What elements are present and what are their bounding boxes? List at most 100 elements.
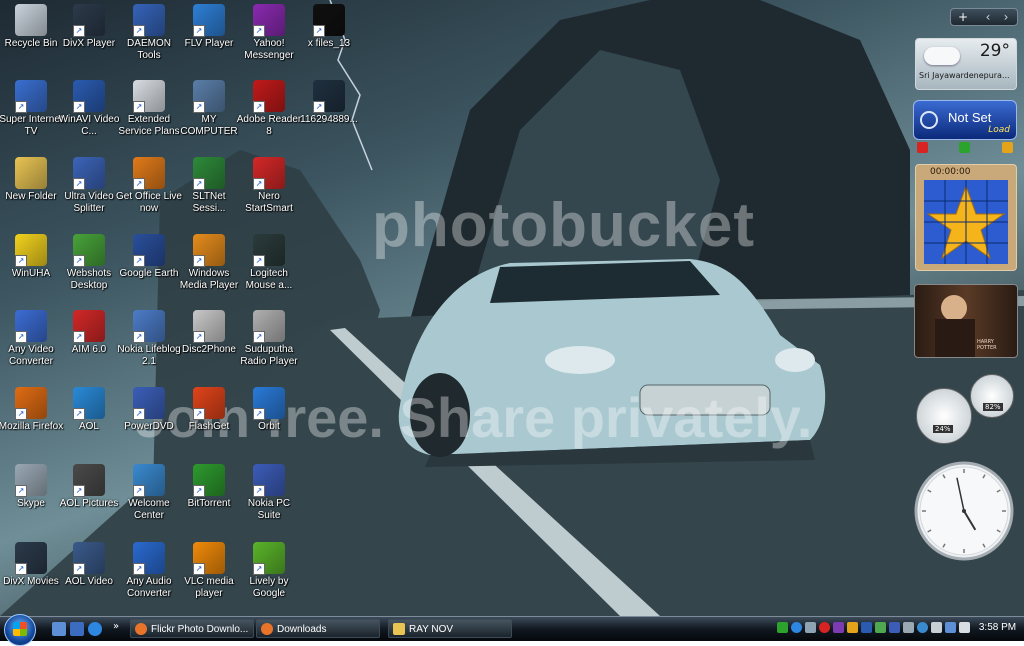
tray-monitor-icon[interactable]	[903, 622, 914, 633]
shortcut-arrow-icon: ↗	[73, 331, 85, 343]
desktop-icon-label: Disc2Phone	[182, 344, 236, 355]
desktop-icon-label: Nero StartSmart	[245, 191, 293, 214]
tray-network-icon[interactable]	[805, 622, 816, 633]
shortcut-arrow-icon: ↗	[73, 408, 85, 420]
shortcut-arrow-icon: ↗	[73, 485, 85, 497]
app-icon: ↗	[15, 387, 47, 420]
start-button[interactable]	[4, 614, 36, 646]
sidebar-add-gadget-button[interactable]: +	[955, 9, 971, 25]
tray-messenger-icon[interactable]	[833, 622, 844, 633]
shortcut-arrow-icon: ↗	[193, 485, 205, 497]
desktop-icon[interactable]: Recycle Bin	[0, 2, 64, 76]
status-gadget[interactable]: Not Set Load	[913, 100, 1017, 140]
desktop-icon[interactable]: ↗ FLV Player	[176, 2, 242, 76]
desktop-icon[interactable]: New Folder	[0, 155, 64, 229]
desktop-icon[interactable]: ↗ Windows Media Player	[176, 232, 242, 306]
tray-phone-icon[interactable]	[889, 622, 900, 633]
desktop-icon[interactable]: ↗ Nero StartSmart	[236, 155, 302, 229]
tray-green-icon[interactable]	[777, 622, 788, 633]
sidebar-prev-button[interactable]: ‹	[981, 9, 995, 25]
app-icon: ↗	[313, 80, 345, 113]
desktop-icon[interactable]: ↗ Welcome Center	[116, 462, 182, 536]
tray-volume-icon[interactable]	[931, 622, 942, 633]
desktop-icon-label: Skype	[17, 498, 45, 509]
desktop-icon[interactable]: ↗ Webshots Desktop	[56, 232, 122, 306]
task-flickr[interactable]: Flickr Photo Downlo...	[130, 619, 254, 638]
desktop-icon[interactable]: ↗ Adobe Reader 8	[236, 78, 302, 152]
desktop-icon[interactable]: ↗ DAEMON Tools	[116, 2, 182, 76]
desktop-icon-label: New Folder	[5, 191, 57, 202]
desktop-icon[interactable]: ↗ Logitech Mouse a...	[236, 232, 302, 306]
desktop-icon[interactable]: ↗ Orbit	[236, 385, 302, 459]
desktop-icon[interactable]: ↗ BitTorrent	[176, 462, 242, 536]
desktop-icon[interactable]: ↗ Get Office Live now	[116, 155, 182, 229]
desktop-icon[interactable]: ↗ DivX Player	[56, 2, 122, 76]
desktop-icon[interactable]: ↗ Ultra Video Splitter	[56, 155, 122, 229]
desktop-icon[interactable]: ↗ Skype	[0, 462, 64, 536]
desktop-icon[interactable]: ↗ Suduputha Radio Player	[236, 308, 302, 382]
desktop-icon[interactable]: ↗ Extended Service Plans	[116, 78, 182, 152]
desktop-icon[interactable]: ↗ AIM 6.0	[56, 308, 122, 382]
tray-update-icon[interactable]	[847, 622, 858, 633]
desktop-icon[interactable]: ↗ Nokia Lifeblog 2.1	[116, 308, 182, 382]
desktop-icon-label: SLTNet Sessi...	[192, 191, 226, 214]
desktop-icon[interactable]: ↗ Yahoo! Messenger	[236, 2, 302, 76]
desktop-icon[interactable]: ↗ Any Audio Converter	[116, 540, 182, 614]
tray-battery-icon[interactable]	[875, 622, 886, 633]
desktop-icon[interactable]: ↗ AOL Video	[56, 540, 122, 614]
switch-windows-icon[interactable]	[70, 622, 84, 636]
task-downloads[interactable]: Downloads	[256, 619, 380, 638]
taskbar-clock[interactable]: 3:58 PM	[975, 617, 1020, 639]
shortcut-arrow-icon: ↗	[253, 101, 265, 113]
shortcut-arrow-icon: ↗	[73, 563, 85, 575]
desktop-icon[interactable]: ↗ Google Earth	[116, 232, 182, 306]
desktop-icon[interactable]: ↗ Mozilla Firefox	[0, 385, 64, 459]
desktop-icon[interactable]: ↗ WinAVI Video C...	[56, 78, 122, 152]
tray-security-icon[interactable]	[819, 622, 830, 633]
desktop-icon[interactable]: ↗ 116294889...	[296, 78, 362, 152]
desktop-icon[interactable]: ↗ AOL Pictures	[56, 462, 122, 536]
desktop-icon[interactable]: ↗ Disc2Phone	[176, 308, 242, 382]
shortcut-arrow-icon: ↗	[73, 255, 85, 267]
tray-network-activity-icon[interactable]	[945, 622, 956, 633]
desktop-icon[interactable]: ↗ VLC media player	[176, 540, 242, 614]
weather-gadget[interactable]: 29° Sri Jayawardenepura...	[915, 38, 1017, 90]
desktop-icon[interactable]: ↗ AOL	[56, 385, 122, 459]
power-button-icon[interactable]	[917, 142, 928, 153]
tray-power-icon[interactable]	[959, 622, 970, 633]
shortcut-arrow-icon: ↗	[313, 25, 325, 37]
app-icon: ↗	[133, 157, 165, 190]
desktop-icon[interactable]: ↗ SLTNet Sessi...	[176, 155, 242, 229]
clock-gadget[interactable]	[914, 461, 1014, 561]
show-desktop-icon[interactable]	[52, 622, 66, 636]
desktop-icon[interactable]: ↗ DivX Movies	[0, 540, 64, 614]
desktop-icon[interactable]: ↗ FlashGet	[176, 385, 242, 459]
taskbar: » Flickr Photo Downlo... Downloads RAY N…	[0, 614, 1024, 646]
weather-temperature: 29°	[979, 41, 1010, 61]
internet-explorer-icon[interactable]	[88, 622, 102, 636]
task-ray-nov[interactable]: RAY NOV	[388, 619, 512, 638]
cpu-dial: 24%	[916, 388, 972, 444]
sidebar-next-button[interactable]: ›	[999, 9, 1013, 25]
tray-bluetooth-icon[interactable]	[861, 622, 872, 633]
desktop-icon[interactable]: ↗ Nokia PC Suite	[236, 462, 302, 536]
slideshow-gadget[interactable]: HARRY POTTER	[914, 284, 1018, 358]
task-label: Flickr Photo Downlo...	[151, 624, 249, 635]
desktop-icon[interactable]: ↗ WinUHA	[0, 232, 64, 306]
refresh-button-icon[interactable]	[959, 142, 970, 153]
desktop-icon[interactable]: ↗ PowerDVD	[116, 385, 182, 459]
shortcut-arrow-icon: ↗	[73, 101, 85, 113]
weather-cloud-icon	[924, 47, 960, 65]
quicklaunch-overflow-chevron-icon[interactable]: »	[113, 621, 119, 632]
settings-button-icon[interactable]	[1002, 142, 1013, 153]
desktop-icon[interactable]: ↗ x files_13	[296, 2, 362, 76]
shortcut-arrow-icon: ↗	[253, 563, 265, 575]
cpu-meter-gadget[interactable]: 24% 82%	[912, 374, 1016, 444]
tray-globe-icon[interactable]	[917, 622, 928, 633]
desktop-icon[interactable]: ↗ Any Video Converter	[0, 308, 64, 382]
desktop-icon[interactable]: ↗ MY COMPUTER	[176, 78, 242, 152]
picture-puzzle-gadget[interactable]: 00:00:00	[915, 164, 1017, 271]
desktop-icon[interactable]: ↗ Super Internet TV	[0, 78, 64, 152]
tray-download-icon[interactable]	[791, 622, 802, 633]
desktop-icon[interactable]: ↗ Lively by Google	[236, 540, 302, 614]
